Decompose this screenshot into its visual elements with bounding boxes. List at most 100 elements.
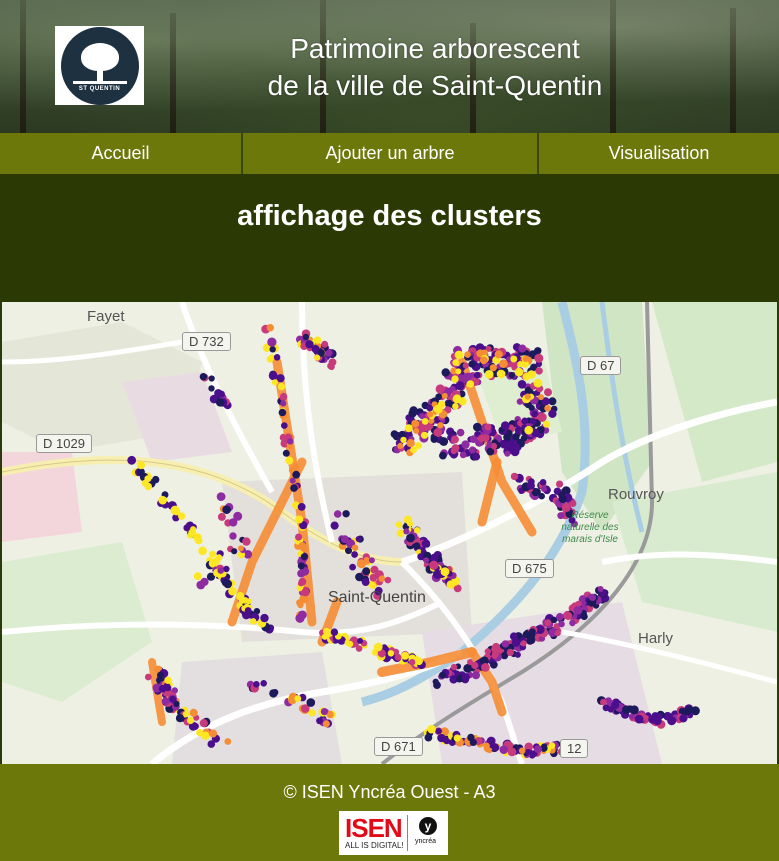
cluster-marker <box>369 582 377 589</box>
cluster-marker <box>296 599 303 606</box>
cluster-marker <box>501 640 510 648</box>
cluster-marker <box>410 446 418 454</box>
cluster-marker <box>622 705 631 714</box>
cluster-marker <box>196 728 204 737</box>
cluster-marker <box>216 492 226 501</box>
cluster-marker <box>266 355 274 363</box>
cluster-marker <box>280 400 287 407</box>
cluster-marker <box>194 536 203 545</box>
cluster-marker <box>413 542 421 550</box>
cluster-marker <box>455 368 462 375</box>
road-label-d1029: D 1029 <box>36 434 92 453</box>
place-label-rouvroy: Rouvroy <box>608 486 664 503</box>
cluster-marker <box>461 673 470 682</box>
cluster-marker <box>423 557 430 564</box>
cluster-marker <box>458 397 467 406</box>
cluster-marker <box>224 738 232 745</box>
cluster-marker <box>462 362 469 369</box>
cluster-marker <box>472 452 481 461</box>
cluster-marker <box>580 612 588 621</box>
cluster-marker <box>667 716 677 726</box>
cluster-marker <box>579 595 586 602</box>
cluster-marker <box>298 580 304 587</box>
cluster-marker <box>236 592 245 601</box>
cluster-marker <box>295 613 305 623</box>
cluster-marker <box>512 433 520 441</box>
city-logo[interactable]: ST QUENTIN <box>55 26 144 105</box>
cluster-marker <box>525 748 532 756</box>
cluster-marker <box>652 716 662 726</box>
cluster-marker <box>534 745 542 754</box>
cluster-marker <box>282 449 290 457</box>
cluster-marker <box>506 648 514 656</box>
cluster-marker <box>374 642 383 652</box>
cluster-marker <box>539 479 547 486</box>
cluster-marker <box>277 382 286 391</box>
cluster-marker <box>127 455 137 465</box>
cluster-marker <box>544 619 552 627</box>
cluster-marker <box>269 346 276 353</box>
site-title-line2: de la ville de Saint-Quentin <box>267 70 603 101</box>
cluster-map[interactable]: Fayet Rouvroy Harly Saint-Quentin Réserv… <box>2 302 777 764</box>
cluster-marker <box>499 745 509 754</box>
cluster-marker <box>266 324 274 332</box>
cluster-marker <box>602 704 610 712</box>
isen-yncrea-logo[interactable]: ISEN ALL IS DIGITAL! y yncréa <box>339 811 448 855</box>
cluster-marker <box>541 486 547 492</box>
cluster-marker <box>209 729 218 738</box>
cluster-marker <box>301 545 309 553</box>
cluster-marker <box>501 421 510 430</box>
road-label-d671: D 671 <box>374 737 423 756</box>
cluster-marker <box>330 628 339 636</box>
isen-tagline: ALL IS DIGITAL! <box>345 841 404 850</box>
cluster-marker <box>469 738 477 746</box>
cluster-marker <box>403 528 410 535</box>
cluster-marker <box>222 505 231 514</box>
cluster-marker <box>461 440 470 449</box>
cluster-marker <box>544 388 552 397</box>
cluster-marker <box>295 515 304 524</box>
cluster-marker <box>527 370 536 379</box>
cluster-marker <box>452 359 460 366</box>
cluster-marker <box>413 527 421 534</box>
cluster-marker <box>320 708 328 716</box>
cluster-marker <box>556 613 564 621</box>
cluster-marker <box>207 740 216 748</box>
cluster-marker <box>199 719 208 728</box>
cluster-marker <box>242 537 251 546</box>
cluster-marker <box>144 673 152 681</box>
cluster-marker <box>400 436 407 444</box>
cluster-marker <box>496 369 506 379</box>
cluster-marker <box>357 637 364 644</box>
cluster-marker <box>450 663 458 671</box>
cluster-marker <box>679 714 688 723</box>
cluster-marker <box>484 370 494 379</box>
cluster-marker <box>533 378 543 388</box>
cluster-marker <box>538 492 545 500</box>
cluster-marker <box>435 728 442 735</box>
cluster-marker <box>164 676 172 684</box>
cluster-marker <box>456 428 465 437</box>
cluster-marker <box>510 355 518 363</box>
cluster-marker <box>483 742 490 750</box>
tree-logo-icon: ST QUENTIN <box>60 26 139 105</box>
site-title-line1: Patrimoine arborescent <box>290 33 580 64</box>
place-label-fayet: Fayet <box>87 308 125 325</box>
nav-item-ajouter-arbre[interactable]: Ajouter un arbre <box>243 133 539 174</box>
cluster-marker <box>349 563 356 571</box>
cluster-marker <box>401 651 409 660</box>
cluster-marker <box>187 716 195 725</box>
cluster-marker <box>313 336 322 344</box>
cluster-marker <box>432 678 439 685</box>
cluster-marker <box>285 456 294 465</box>
nav-item-visualisation[interactable]: Visualisation <box>539 133 779 174</box>
cluster-marker <box>411 419 420 428</box>
cluster-marker <box>268 371 278 381</box>
nav-item-accueil[interactable]: Accueil <box>0 133 243 174</box>
cluster-marker <box>511 638 521 647</box>
cluster-marker <box>535 367 543 375</box>
cluster-marker <box>542 420 551 428</box>
cluster-marker <box>440 567 450 577</box>
cluster-marker <box>450 435 459 444</box>
map-canvas[interactable] <box>2 302 777 764</box>
